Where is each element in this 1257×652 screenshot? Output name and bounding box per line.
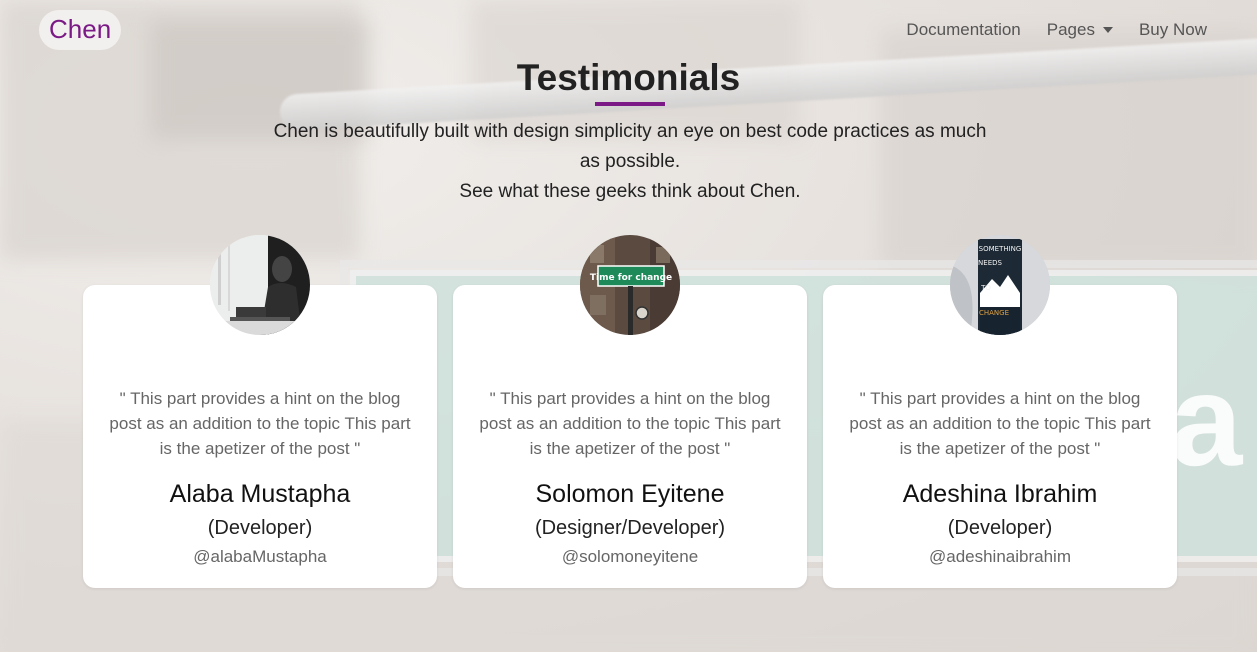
testimonial-role: (Developer): [947, 517, 1053, 539]
testimonial-name: Adeshina Ibrahim: [902, 480, 1098, 508]
testimonial-quote: " This part provides a hint on the blog …: [849, 389, 1151, 458]
testimonial-cards: " This part provides a hint on the blog …: [83, 235, 1177, 588]
testimonial-card: SOMETHING NEEDS TO CHANGE " This part pr…: [823, 235, 1177, 588]
avatar: Time for change: [580, 235, 680, 335]
avatar: [210, 235, 310, 335]
testimonial-card: Time for change " This part provides a h…: [453, 235, 807, 588]
nav-documentation[interactable]: Documentation: [906, 20, 1020, 40]
book-title-line-4: CHANGE: [979, 309, 1009, 317]
testimonial-card: " This part provides a hint on the blog …: [83, 235, 437, 588]
top-nav: Documentation Pages Buy Now: [906, 20, 1207, 40]
testimonial-quote: " This part provides a hint on the blog …: [479, 389, 781, 458]
avatar: SOMETHING NEEDS TO CHANGE: [950, 235, 1050, 335]
testimonial-handle[interactable]: @adeshinaibrahim: [823, 547, 1177, 567]
subtitle-line-2: See what these geeks think about Chen.: [459, 181, 801, 202]
nav-pages-label: Pages: [1046, 20, 1095, 39]
chevron-down-icon: [1102, 27, 1113, 33]
sign-text: Time for change: [590, 273, 672, 283]
nav-buy-now[interactable]: Buy Now: [1139, 20, 1207, 40]
subtitle-line-1: Chen is beautifully built with design si…: [273, 121, 987, 172]
nav-pages-dropdown[interactable]: Pages: [1047, 20, 1113, 40]
book-title-line-1: SOMETHING: [979, 245, 1022, 253]
section-title: Testimonials: [516, 57, 741, 98]
book-title-line-2: NEEDS: [978, 259, 1002, 267]
testimonial-role: (Developer): [207, 517, 313, 539]
title-underline: [595, 102, 665, 106]
testimonial-handle[interactable]: @alabaMustapha: [83, 547, 437, 567]
section-subtitle: Chen is beautifully built with design si…: [270, 117, 990, 207]
testimonial-name: Solomon Eyitene: [535, 480, 725, 508]
book-title-line-3: TO: [980, 284, 991, 292]
testimonial-role: (Designer/Developer): [534, 517, 726, 539]
brand-logo[interactable]: Chen: [39, 10, 122, 50]
testimonial-handle[interactable]: @solomoneyitene: [453, 547, 807, 567]
testimonial-quote: " This part provides a hint on the blog …: [109, 389, 411, 458]
testimonial-name: Alaba Mustapha: [169, 480, 351, 508]
